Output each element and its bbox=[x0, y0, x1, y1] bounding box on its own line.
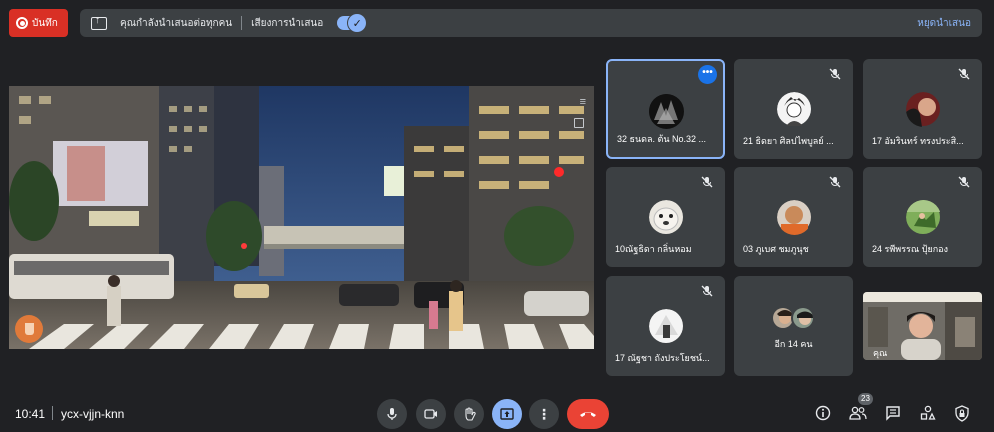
stop-presenting-button[interactable]: หยุดนำเสนอ bbox=[917, 16, 971, 31]
participant-tile[interactable]: 24 รพีพรรณ ปุ้ยกอง bbox=[863, 167, 982, 267]
participant-name: 32 ธนดล. ต้น No.32 ... bbox=[617, 134, 707, 144]
camera-icon bbox=[424, 409, 437, 419]
hang-up-icon bbox=[580, 412, 596, 417]
self-view-tile[interactable]: คุณ bbox=[863, 292, 982, 360]
more-participants-label: อีก 14 คน bbox=[774, 339, 813, 349]
participant-tile[interactable]: 17 อัมรินทร์ ทรงประสิ... bbox=[863, 59, 982, 159]
mic-icon bbox=[387, 408, 397, 420]
presentation-audio-toggle[interactable]: ✓ bbox=[337, 14, 367, 32]
raise-hand-button[interactable] bbox=[454, 399, 484, 429]
divider bbox=[241, 16, 243, 30]
participant-tile[interactable]: ••• 32 ธนดล. ต้น No.32 ... bbox=[606, 59, 725, 159]
avatar bbox=[791, 306, 815, 330]
more-options-icon: ⋮ bbox=[537, 406, 551, 422]
mic-off-icon bbox=[958, 68, 970, 80]
mic-off-icon bbox=[958, 176, 970, 188]
people-count-badge: 23 bbox=[858, 393, 873, 405]
participant-name: 21 ธิดยา ศิลปไพบูลย์ ... bbox=[743, 136, 834, 146]
avatar bbox=[776, 92, 812, 127]
participant-tile[interactable]: 03 ภูเบศ ชมภูนุช bbox=[734, 167, 853, 267]
avatar bbox=[648, 94, 684, 129]
avatar bbox=[905, 200, 941, 235]
participant-name: 10ณัฐธิดา กลิ่นหอม bbox=[615, 244, 692, 254]
present-screen-icon bbox=[500, 408, 514, 420]
check-icon: ✓ bbox=[348, 14, 367, 32]
camera-button[interactable] bbox=[416, 399, 446, 429]
avatar bbox=[648, 200, 684, 235]
meeting-code: ycx-vjjn-knn bbox=[61, 407, 125, 421]
avatar bbox=[776, 200, 812, 235]
participant-name: 17 อัมรินทร์ ทรงประสิ... bbox=[872, 136, 964, 146]
mic-off-icon bbox=[829, 176, 841, 188]
hang-up-button[interactable] bbox=[567, 399, 609, 429]
participant-tile[interactable]: 17 ณัฐชา ถังประโยชน์... bbox=[606, 276, 725, 376]
record-label: บันทึก bbox=[32, 17, 58, 29]
chat-button[interactable] bbox=[883, 403, 903, 423]
record-icon bbox=[16, 17, 28, 29]
presenting-bar: คุณกำลังนำเสนอต่อทุกคน เสียงการนำเสนอ ✓ … bbox=[80, 9, 982, 37]
record-button[interactable]: บันทึก bbox=[9, 9, 68, 37]
stage-menu-icon[interactable]: ≡ bbox=[580, 96, 586, 108]
participant-name: 17 ณัฐชา ถังประโยชน์... bbox=[615, 353, 710, 363]
presenting-text: คุณกำลังนำเสนอต่อทุกคน bbox=[120, 17, 233, 29]
avatar bbox=[648, 309, 684, 344]
activities-icon bbox=[920, 405, 936, 420]
present-screen-icon bbox=[91, 15, 107, 30]
divider bbox=[52, 406, 53, 420]
activities-button[interactable] bbox=[918, 403, 938, 423]
meeting-info-button[interactable] bbox=[813, 403, 833, 423]
mic-off-icon bbox=[701, 176, 713, 188]
info-icon bbox=[815, 405, 831, 421]
raise-hand-icon bbox=[464, 407, 476, 421]
mic-off-icon bbox=[701, 285, 713, 297]
host-controls-icon bbox=[955, 404, 969, 422]
more-options-icon[interactable]: ••• bbox=[698, 65, 717, 84]
mic-off-icon bbox=[829, 68, 841, 80]
shared-screen-video: ≡ bbox=[9, 86, 594, 349]
participant-name: 24 รพีพรรณ ปุ้ยกอง bbox=[872, 244, 948, 254]
cup-icon bbox=[15, 315, 43, 343]
people-button[interactable] bbox=[848, 403, 868, 423]
chat-icon bbox=[886, 406, 900, 421]
expand-icon[interactable] bbox=[574, 118, 584, 128]
avatar bbox=[905, 92, 941, 127]
present-screen-button[interactable] bbox=[492, 399, 522, 429]
presentation-audio-label: เสียงการนำเสนอ bbox=[251, 17, 324, 29]
participant-name: 03 ภูเบศ ชมภูนุช bbox=[743, 244, 809, 254]
more-participants-tile[interactable]: อีก 14 คน bbox=[734, 276, 853, 376]
meeting-time: 10:41 bbox=[15, 407, 46, 421]
host-controls-button[interactable] bbox=[952, 403, 972, 423]
participant-tile[interactable]: 21 ธิดยา ศิลปไพบูลย์ ... bbox=[734, 59, 853, 159]
city-street-scene bbox=[9, 86, 594, 349]
people-icon bbox=[849, 406, 867, 420]
mic-button[interactable] bbox=[377, 399, 407, 429]
self-label: คุณ bbox=[873, 348, 888, 358]
participant-tile[interactable]: 10ณัฐธิดา กลิ่นหอม bbox=[606, 167, 725, 267]
more-options-button[interactable]: ⋮ bbox=[529, 399, 559, 429]
